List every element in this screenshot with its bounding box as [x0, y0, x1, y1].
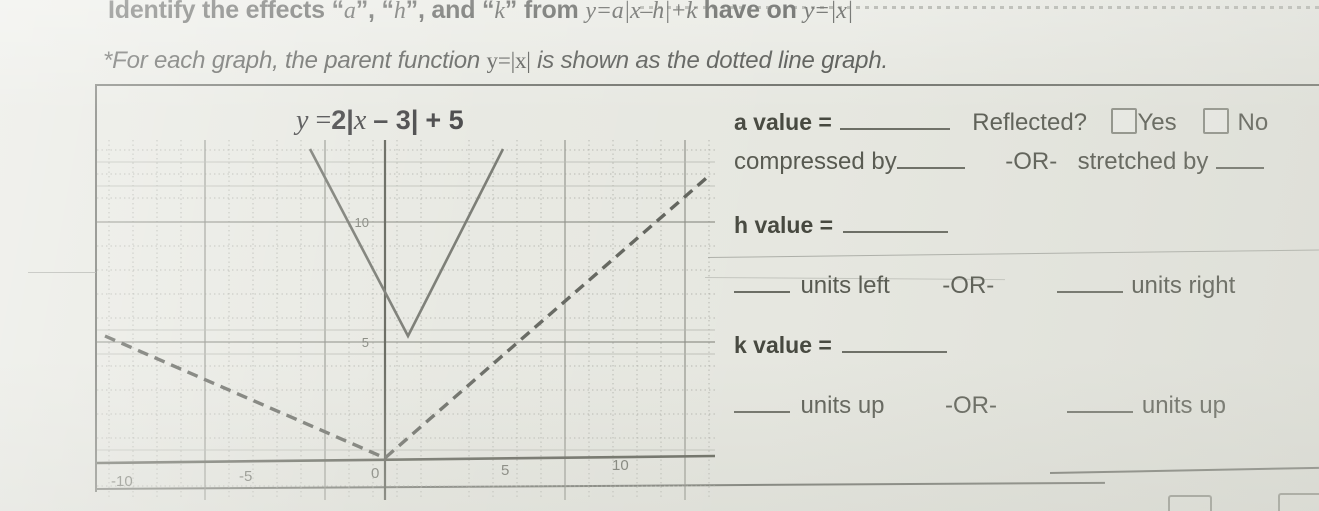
- subtitle-text-1: *For each graph, the parent function: [103, 47, 487, 74]
- x-tick-label-neg10: -10: [111, 473, 133, 490]
- next-problem-checkbox-1[interactable]: [1168, 495, 1212, 511]
- compressed-by-label: compressed by: [734, 148, 897, 175]
- or-label-h: -OR-: [942, 272, 995, 299]
- worksheet-page: Identify the effects “a”, “h”, and “k” f…: [0, 0, 1319, 511]
- reflected-no-checkbox[interactable]: [1203, 108, 1230, 134]
- units-left-right-row: units left -OR- units right: [734, 272, 1235, 300]
- paper-crease-left: [28, 272, 96, 273]
- heading-text-4: ” from: [504, 0, 586, 24]
- h-value-label: h value =: [734, 212, 834, 238]
- units-left-blank[interactable]: [734, 291, 790, 293]
- graph-plot: 10 5 -10 -5 0 5 10: [97, 140, 715, 500]
- equation-h-term: – 3: [373, 105, 411, 135]
- equation-a-coefficient: 2: [331, 105, 347, 135]
- units-up-label-1: units up: [800, 392, 885, 419]
- heading-var-a: a: [343, 0, 356, 24]
- k-value-label: k value =: [734, 332, 832, 358]
- a-value-blank[interactable]: [839, 128, 950, 130]
- subtitle-equation-parent: y=|x|: [486, 48, 531, 73]
- x-tick-label-10: 10: [612, 457, 629, 474]
- reflected-yes-label: Yes: [1137, 109, 1177, 136]
- compressed-by-blank[interactable]: [896, 167, 965, 169]
- x-tick-label-neg5: -5: [239, 468, 252, 485]
- h-value-blank[interactable]: [843, 231, 949, 233]
- units-up-label-2: units up: [1141, 392, 1226, 419]
- k-value-row: k value =: [734, 332, 947, 359]
- y-tick-label-5: 5: [362, 335, 369, 350]
- answer-panel: a value = Reflected? Yes No compressed b…: [726, 100, 1319, 460]
- h-value-row: h value =: [734, 212, 949, 239]
- equation-bar-left: |: [346, 105, 354, 135]
- heading-text-3: ”, and “: [405, 0, 495, 24]
- y-tick-label-10: 10: [355, 215, 369, 230]
- reflected-label: Reflected?: [972, 109, 1088, 136]
- page-subtitle: *For each graph, the parent function y=|…: [103, 47, 888, 75]
- or-label-k: -OR-: [944, 392, 997, 419]
- heading-text-1: Identify the effects “: [108, 0, 344, 24]
- equation-bar-right: |: [410, 105, 419, 135]
- equation-k-term: + 5: [425, 105, 464, 135]
- units-up-blank-2[interactable]: [1067, 411, 1134, 413]
- problem-equation: y =2|x – 3| + 5: [296, 105, 464, 137]
- equation-y: y: [296, 105, 309, 136]
- x-tick-label-5: 5: [501, 462, 509, 479]
- heading-equation-general: y=a|x–h|+k: [585, 0, 697, 24]
- grid-minor-vertical: [108, 140, 710, 500]
- a-value-row: a value = Reflected? Yes No: [734, 108, 1268, 137]
- units-up-blank-1[interactable]: [734, 411, 790, 413]
- page-title: Identify the effects “a”, “h”, and “k” f…: [108, 0, 853, 25]
- stretched-by-blank[interactable]: [1216, 167, 1265, 169]
- subtitle-text-2: is shown as the dotted line graph.: [530, 47, 888, 74]
- compressed-stretched-row: compressed by -OR- stretched by: [734, 148, 1265, 176]
- grid-artifact-lines: [97, 161, 715, 451]
- next-problem-checkbox-2[interactable]: [1278, 493, 1319, 511]
- grid-minor-horizontal: [97, 149, 715, 487]
- units-right-blank[interactable]: [1056, 291, 1123, 293]
- k-value-blank[interactable]: [841, 351, 947, 353]
- heading-equation-parent: y=|x|: [803, 0, 854, 24]
- heading-var-h: h: [393, 0, 406, 24]
- heading-var-k: k: [494, 0, 505, 24]
- reflected-no-label: No: [1237, 109, 1269, 136]
- stretched-by-label: stretched by: [1077, 148, 1209, 175]
- reflected-yes-checkbox[interactable]: [1111, 108, 1138, 134]
- or-label-a: -OR-: [1005, 148, 1058, 175]
- parent-function-curve: [104, 172, 713, 460]
- units-left-label: units left: [800, 272, 890, 299]
- equation-equals: =: [315, 105, 332, 136]
- units-right-label: units right: [1131, 272, 1236, 299]
- heading-text-5: have on: [696, 0, 804, 24]
- transformed-function-curve: [308, 148, 505, 339]
- grid-major-horizontal: [97, 221, 715, 343]
- x-tick-label-0: 0: [371, 465, 379, 482]
- heading-text-2: ”, “: [355, 0, 394, 24]
- a-value-label: a value =: [734, 109, 832, 135]
- units-up-row: units up -OR- units up: [734, 392, 1226, 420]
- equation-x: x: [353, 105, 367, 136]
